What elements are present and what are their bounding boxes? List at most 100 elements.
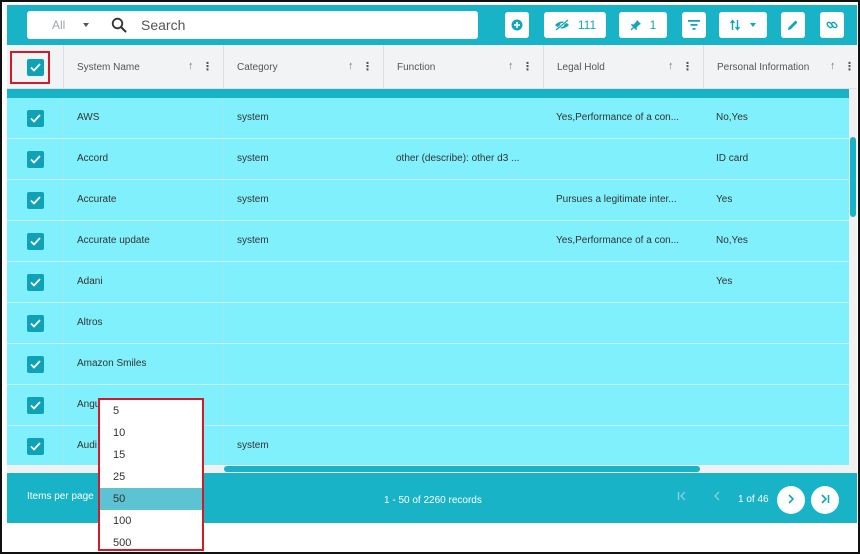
cell-legal-hold xyxy=(543,139,703,179)
cell-function xyxy=(383,385,543,425)
row-checkbox[interactable] xyxy=(27,356,44,373)
checkmark-icon xyxy=(30,319,41,328)
table-row[interactable]: Accurate system Pursues a legitimate int… xyxy=(7,180,849,221)
column-menu-icon[interactable]: ⋮ xyxy=(682,60,693,73)
page-size-option-500[interactable]: 500 xyxy=(100,532,202,549)
link-button[interactable] xyxy=(820,12,844,38)
checkmark-icon xyxy=(30,360,41,369)
cell-category xyxy=(223,385,383,425)
row-checkbox[interactable] xyxy=(27,274,44,291)
row-checkbox[interactable] xyxy=(27,233,44,250)
vertical-scrollbar-thumb[interactable] xyxy=(850,137,856,217)
page-size-option-25[interactable]: 25 xyxy=(100,466,202,488)
sort-arrow-icon[interactable]: ↑ xyxy=(668,60,674,72)
records-range-label: 1 - 50 of 2260 records xyxy=(384,495,482,506)
column-menu-icon[interactable]: ⋮ xyxy=(362,60,373,73)
table-row[interactable]: Altros xyxy=(7,303,849,344)
checkmark-icon xyxy=(30,278,41,287)
row-checkbox[interactable] xyxy=(27,192,44,209)
column-menu-icon[interactable]: ⋮ xyxy=(202,60,213,73)
cell-system-name: Altros xyxy=(63,303,223,343)
page-size-option-100[interactable]: 100 xyxy=(100,510,202,532)
pinned-columns-button[interactable]: 1 xyxy=(619,12,667,38)
page-size-option-50[interactable]: 50 xyxy=(100,488,202,510)
table-row[interactable]: Amazon Smiles xyxy=(7,344,849,385)
checkmark-icon xyxy=(30,114,41,123)
pinned-columns-count: 1 xyxy=(649,18,657,32)
cell-legal-hold: Yes,Performance of a con... xyxy=(556,112,680,123)
page-size-dropdown: 5 10 15 25 50 100 500 xyxy=(98,398,204,551)
sort-dropdown-button[interactable] xyxy=(719,12,767,38)
column-header-function[interactable]: Function ↑ ⋮ xyxy=(383,45,543,89)
sort-arrows-icon xyxy=(730,19,740,31)
search-box: All xyxy=(27,11,478,39)
row-checkbox[interactable] xyxy=(27,315,44,332)
table-row[interactable]: AWS system Yes,Performance of a con... N… xyxy=(7,98,849,139)
hidden-columns-button[interactable]: 111 xyxy=(544,12,606,38)
column-header-system-name[interactable]: System Name ↑ ⋮ xyxy=(63,45,223,89)
column-header-personal-information[interactable]: Personal Information ↑ ⋮ xyxy=(703,45,857,89)
cell-category: system xyxy=(223,139,383,179)
cell-category xyxy=(223,262,383,302)
last-page-button[interactable] xyxy=(811,486,839,514)
column-menu-icon[interactable]: ⋮ xyxy=(844,60,855,73)
cell-legal-hold: Pursues a legitimate inter... xyxy=(556,194,677,205)
row-checkbox[interactable] xyxy=(27,397,44,414)
first-page-icon[interactable] xyxy=(677,490,687,504)
row-checkbox[interactable] xyxy=(27,151,44,168)
edit-button[interactable] xyxy=(781,12,805,38)
pencil-icon xyxy=(787,19,799,31)
cell-category xyxy=(223,303,383,343)
row-checkbox[interactable] xyxy=(27,110,44,127)
cell-personal-information xyxy=(703,344,849,384)
cell-function xyxy=(383,98,543,138)
page-size-option-15[interactable]: 15 xyxy=(100,444,202,466)
page-size-option-5[interactable]: 5 xyxy=(100,400,202,422)
add-button[interactable] xyxy=(505,12,529,38)
last-page-icon xyxy=(820,493,830,507)
vertical-scrollbar[interactable] xyxy=(849,89,857,465)
cell-legal-hold xyxy=(543,262,703,302)
sort-arrow-icon[interactable]: ↑ xyxy=(188,60,194,72)
sort-arrow-icon[interactable]: ↑ xyxy=(348,60,354,72)
pin-icon xyxy=(630,19,642,31)
search-icon xyxy=(111,17,127,33)
cell-personal-information xyxy=(703,385,849,425)
previous-page-icon[interactable] xyxy=(712,490,722,504)
cell-personal-information: No,Yes xyxy=(716,112,748,123)
cell-category: system xyxy=(223,221,383,261)
filter-button[interactable] xyxy=(682,12,706,38)
table-row[interactable]: Accord system other (describe): other d3… xyxy=(7,139,849,180)
cell-personal-information xyxy=(703,426,849,465)
table-header: System Name ↑ ⋮ Category ↑ ⋮ Function ↑ … xyxy=(7,45,857,89)
cell-category xyxy=(223,344,383,384)
column-header-legal-hold[interactable]: Legal Hold ↑ ⋮ xyxy=(543,45,703,89)
column-header-category[interactable]: Category ↑ ⋮ xyxy=(223,45,383,89)
search-scope-dropdown[interactable]: All xyxy=(27,11,101,39)
sort-arrow-icon[interactable]: ↑ xyxy=(508,60,514,72)
sort-arrow-icon[interactable]: ↑ xyxy=(830,60,836,72)
cell-function xyxy=(383,303,543,343)
screenshot-frame: All 111 1 xyxy=(0,0,860,554)
page-indicator: 1 of 46 xyxy=(738,494,769,505)
checkmark-icon xyxy=(30,401,41,410)
cell-function xyxy=(383,344,543,384)
eye-off-icon xyxy=(554,19,570,31)
column-menu-icon[interactable]: ⋮ xyxy=(522,60,533,73)
horizontal-scrollbar-thumb[interactable] xyxy=(224,466,700,472)
cell-function: other (describe): other d3 ... xyxy=(396,153,520,164)
next-page-button[interactable] xyxy=(777,486,805,514)
cell-function xyxy=(383,262,543,302)
select-all-highlight xyxy=(10,51,50,84)
table-row[interactable]: Adani Yes xyxy=(7,262,849,303)
cell-system-name: Amazon Smiles xyxy=(63,344,223,384)
cell-legal-hold xyxy=(543,385,703,425)
page-size-option-10[interactable]: 10 xyxy=(100,422,202,444)
table-row[interactable]: Accurate update system Yes,Performance o… xyxy=(7,221,849,262)
search-input[interactable] xyxy=(141,14,461,36)
hidden-columns-count: 111 xyxy=(577,18,597,32)
cell-personal-information xyxy=(703,303,849,343)
checkmark-icon xyxy=(30,237,41,246)
chevron-down-icon xyxy=(83,23,89,27)
row-checkbox[interactable] xyxy=(27,438,44,455)
